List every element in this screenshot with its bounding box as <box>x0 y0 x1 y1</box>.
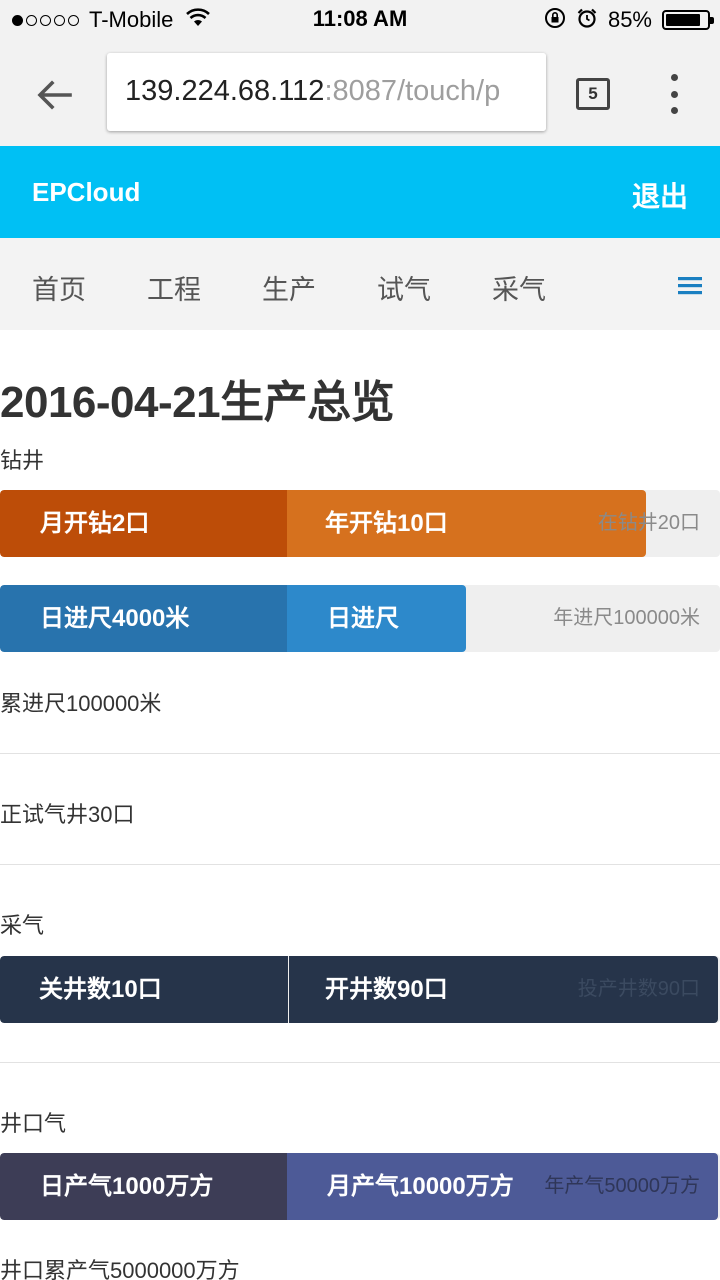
url-bar[interactable]: 139.224.68.112:8087/touch/p <box>107 53 546 131</box>
divider <box>0 1062 720 1063</box>
well-status-bar: 关井数10口 开井数90口 投产井数90口 <box>0 956 720 1023</box>
main-nav: 首页 工程 生产 试气 采气 <box>0 238 720 330</box>
logout-button[interactable]: 退出 <box>632 175 688 215</box>
section-label-gas-recovery: 采气 <box>0 913 45 938</box>
producing-wells-total: 投产井数90口 <box>577 978 700 1000</box>
status-right: 85% <box>544 6 714 34</box>
hamburger-icon[interactable] <box>678 275 702 302</box>
battery-percent: 85% <box>607 7 652 32</box>
nav-item-gas-testing[interactable]: 试气 <box>377 268 431 307</box>
drilling-progress-bar: 月开钻2口 年开钻10口 在钻井20口 <box>0 490 720 557</box>
url-host: 139.224.68.112 <box>125 75 325 107</box>
wells-drilling-total: 在钻井20口 <box>597 512 700 534</box>
app-brand[interactable]: EPCloud <box>32 177 140 208</box>
url-path: :8087/touch/p <box>324 75 501 107</box>
shut-in-wells-segment: 关井数10口 <box>0 956 288 1023</box>
gas-testing-wells: 正试气井30口 <box>0 802 135 827</box>
nav-item-production[interactable]: 生产 <box>262 268 316 307</box>
yearly-footage-total: 年进尺100000米 <box>553 607 700 629</box>
divider <box>0 753 720 754</box>
gas-output-bar: 日产气1000万方 月产气10000万方 年产气50000万方 <box>0 1153 720 1220</box>
yearly-gas-total: 年产气50000万方 <box>544 1175 700 1197</box>
footage-progress-bar: 日进尺4000米 日进尺 年进尺100000米 <box>0 585 720 652</box>
daily-footage-segment: 日进尺4000米 <box>0 585 287 652</box>
browser-toolbar: 139.224.68.112:8087/touch/p 5 <box>0 40 720 146</box>
url-text[interactable]: 139.224.68.112:8087/touch/p <box>125 75 500 108</box>
nav-item-gas-recovery[interactable]: 采气 <box>492 268 546 307</box>
orientation-lock-icon <box>544 7 566 34</box>
cumulative-wellhead-gas: 井口累产气5000000万方 <box>0 1258 240 1280</box>
monthly-spud-segment: 月开钻2口 <box>0 490 287 557</box>
overflow-menu-icon[interactable] <box>664 74 684 114</box>
cumulative-footage: 累进尺100000米 <box>0 691 162 716</box>
daily-footage-segment-2: 日进尺 <box>287 585 466 652</box>
section-label-wellhead-gas: 井口气 <box>0 1111 67 1136</box>
daily-gas-segment: 日产气1000万方 <box>0 1153 287 1220</box>
page-title: 2016-04-21生产总览 <box>0 378 395 427</box>
nav-item-home[interactable]: 首页 <box>32 268 86 307</box>
nav-item-engineering[interactable]: 工程 <box>147 268 201 307</box>
status-bar: T-Mobile 11:08 AM 85% <box>0 0 720 40</box>
divider <box>0 864 720 865</box>
app-header: EPCloud 退出 <box>0 146 720 238</box>
section-label-drilling: 钻井 <box>0 448 45 473</box>
yearly-spud-segment: 年开钻10口 <box>287 490 646 557</box>
back-arrow-icon[interactable] <box>30 70 80 120</box>
battery-level <box>666 14 700 26</box>
alarm-icon <box>576 7 598 34</box>
battery-icon <box>662 10 714 30</box>
tab-switcher-button[interactable]: 5 <box>576 78 610 110</box>
